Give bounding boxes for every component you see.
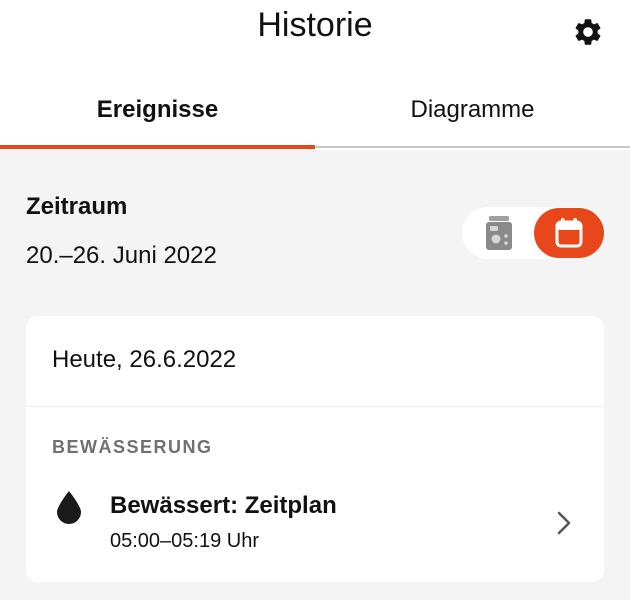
day-card: Heute, 26.6.2022 BEWÄSSERUNG Bewässert: … [26, 316, 604, 582]
tab-ereignisse[interactable]: Ereignisse [0, 84, 315, 148]
tab-bar: Ereignisse Diagramme [0, 84, 630, 148]
device-icon [486, 216, 512, 250]
gear-icon [575, 19, 601, 45]
tab-diagramme[interactable]: Diagramme [315, 84, 630, 148]
card-divider [26, 406, 604, 407]
event-title: Bewässert: Zeitplan [110, 492, 337, 519]
day-header: Heute, 26.6.2022 [52, 346, 237, 373]
period-label: Zeitraum [26, 193, 128, 220]
chevron-right-icon [557, 511, 571, 535]
water-drop-icon [57, 491, 81, 524]
page-title: Historie [257, 6, 373, 44]
toggle-device-button[interactable] [464, 208, 534, 258]
event-row[interactable]: Bewässert: Zeitplan 05:00–05:19 Uhr [26, 476, 604, 566]
event-time: 05:00–05:19 Uhr [110, 530, 260, 552]
toggle-calendar-button[interactable] [534, 208, 604, 258]
calendar-icon [555, 218, 583, 248]
settings-button[interactable] [570, 14, 606, 50]
period-range: 20.–26. Juni 2022 [26, 242, 217, 269]
active-tab-indicator [0, 145, 315, 149]
section-heading: BEWÄSSERUNG [52, 437, 213, 457]
header: Historie Ereignisse Diagramme [0, 0, 630, 150]
view-toggle [462, 207, 606, 259]
